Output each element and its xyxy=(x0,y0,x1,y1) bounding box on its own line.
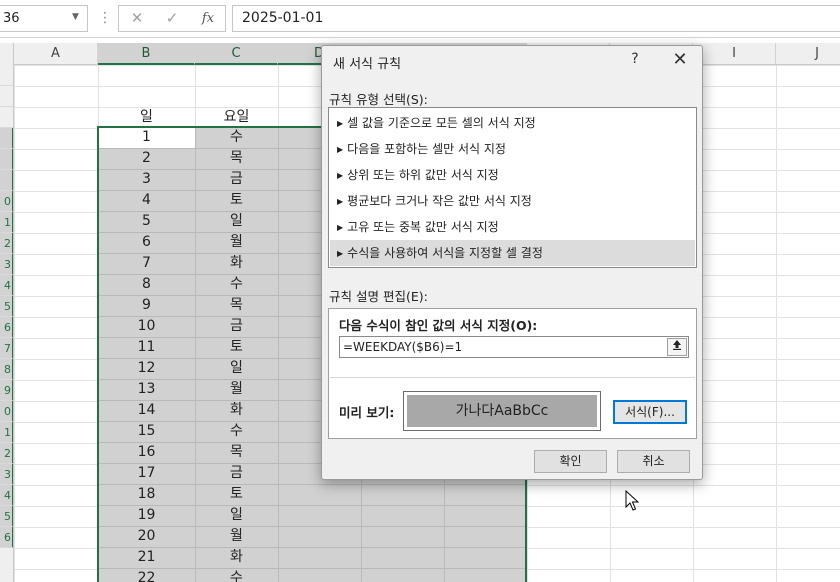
insert-function-icon[interactable]: fx xyxy=(193,6,223,31)
help-icon[interactable]: ? xyxy=(625,51,645,67)
rule-type-item[interactable]: ▶ 상위 또는 하위 값만 서식 지정 xyxy=(330,162,695,188)
formula-buttons: ✕ ✓ fx xyxy=(118,5,226,32)
rule-description-panel: 다음 수식이 참인 값의 서식 지정(O): =WEEKDAY($B6)=1 미… xyxy=(328,308,697,439)
preview-label: 미리 보기: xyxy=(339,405,395,420)
rule-type-label: 고유 또는 중복 값만 서식 지정 xyxy=(347,220,499,234)
ok-button[interactable]: 확인 xyxy=(534,450,607,473)
row-header[interactable]: 4 xyxy=(0,275,13,296)
row-header[interactable]: 1 xyxy=(0,422,13,443)
cancel-button[interactable]: 취소 xyxy=(617,450,690,473)
dialog-title: 새 서식 규칙 xyxy=(333,57,402,72)
header-day: 일 xyxy=(140,109,153,125)
new-format-rule-dialog: 새 서식 규칙 ? ✕ 규칙 유형 선택(S): ▶ 셀 값을 기준으로 모든 셀… xyxy=(321,45,703,480)
row-header[interactable] xyxy=(0,149,13,170)
column-header-j[interactable]: J xyxy=(776,43,840,65)
rule-formula-text: =WEEKDAY($B6)=1 xyxy=(343,340,463,354)
row-header[interactable]: 8 xyxy=(0,359,13,380)
rule-type-label: 셀 값을 기준으로 모든 셀의 서식 지정 xyxy=(347,116,536,130)
row-header[interactable] xyxy=(0,86,13,107)
header-weekday: 요일 xyxy=(223,109,250,125)
row-header[interactable]: 2 xyxy=(0,443,13,464)
rule-type-item[interactable]: ▶ 셀 값을 기준으로 모든 셀의 서식 지정 xyxy=(330,110,695,136)
close-icon[interactable]: ✕ xyxy=(668,49,692,71)
preview-sample-text: 가나다AaBbCc xyxy=(407,395,597,427)
formula-input[interactable]: 2025-01-01 xyxy=(232,5,840,32)
row-header[interactable]: 0 xyxy=(0,401,13,422)
formula-caption: 다음 수식이 참인 값의 서식 지정(O): xyxy=(339,318,538,333)
row-header[interactable] xyxy=(0,170,13,191)
row-header[interactable]: 5 xyxy=(0,506,13,527)
collapse-dialog-icon[interactable] xyxy=(667,338,687,356)
panel-divider xyxy=(330,377,695,378)
row-header[interactable]: 6 xyxy=(0,317,13,338)
format-button[interactable]: 서식(F)... xyxy=(613,400,687,424)
cancel-entry-icon[interactable]: ✕ xyxy=(122,6,152,31)
row-header[interactable] xyxy=(0,107,13,128)
row-headers: 01234567890123456 xyxy=(0,65,14,582)
row-header[interactable]: 5 xyxy=(0,296,13,317)
row-header[interactable]: 0 xyxy=(0,191,13,212)
row-header[interactable]: 7 xyxy=(0,338,13,359)
rule-type-label: 상위 또는 하위 값만 서식 지정 xyxy=(347,168,499,182)
triangle-right-icon: ▶ xyxy=(337,197,344,206)
mouse-pointer-icon xyxy=(625,490,639,511)
rule-type-label: 평균보다 크거나 작은 값만 서식 지정 xyxy=(347,194,532,208)
triangle-right-icon: ▶ xyxy=(337,223,344,232)
column-header-c[interactable]: C xyxy=(195,43,278,65)
triangle-right-icon: ▶ xyxy=(337,145,344,154)
more-options-icon: ⋮ xyxy=(98,10,112,26)
row-header[interactable]: 9 xyxy=(0,380,13,401)
confirm-entry-icon[interactable]: ✓ xyxy=(157,6,187,31)
select-all-corner[interactable] xyxy=(0,43,14,65)
row-header[interactable]: 2 xyxy=(0,233,13,254)
row-header[interactable]: 3 xyxy=(0,254,13,275)
chevron-down-icon[interactable]: ▼ xyxy=(72,5,79,30)
preview-box: 가나다AaBbCc xyxy=(403,391,601,431)
formula-bar: 36 ▼ ⋮ ✕ ✓ fx 2025-01-01 xyxy=(0,0,840,38)
rule-type-label: 수식을 사용하여 서식을 지정할 셀 결정 xyxy=(347,246,543,260)
row-header[interactable]: 1 xyxy=(0,212,13,233)
triangle-right-icon: ▶ xyxy=(337,249,344,258)
edit-description-label: 규칙 설명 편집(E): xyxy=(329,289,428,304)
rule-formula-input[interactable]: =WEEKDAY($B6)=1 xyxy=(339,336,689,358)
rule-type-label: 규칙 유형 선택(S): xyxy=(329,92,428,107)
rule-type-label: 다음을 포함하는 셀만 서식 지정 xyxy=(347,142,506,156)
gridline xyxy=(776,65,777,582)
rule-type-item[interactable]: ▶ 고유 또는 중복 값만 서식 지정 xyxy=(330,214,695,240)
row-header[interactable] xyxy=(0,65,13,86)
rule-type-list[interactable]: ▶ 셀 값을 기준으로 모든 셀의 서식 지정 ▶ 다음을 포함하는 셀만 서식 지정… xyxy=(328,107,697,268)
triangle-right-icon: ▶ xyxy=(337,171,344,180)
triangle-right-icon: ▶ xyxy=(337,119,344,128)
row-header[interactable]: 3 xyxy=(0,464,13,485)
column-header-b[interactable]: B xyxy=(98,43,195,65)
row-header[interactable]: 4 xyxy=(0,485,13,506)
row-header[interactable] xyxy=(0,128,13,149)
column-header-i[interactable]: I xyxy=(693,43,776,65)
rule-type-item[interactable]: ▶ 다음을 포함하는 셀만 서식 지정 xyxy=(330,136,695,162)
rule-type-item[interactable]: ▶ 평균보다 크거나 작은 값만 서식 지정 xyxy=(330,188,695,214)
rule-type-item[interactable]: ▶ 수식을 사용하여 서식을 지정할 셀 결정 xyxy=(330,240,695,266)
column-header-a[interactable]: A xyxy=(14,43,98,65)
row-header[interactable]: 6 xyxy=(0,527,13,548)
